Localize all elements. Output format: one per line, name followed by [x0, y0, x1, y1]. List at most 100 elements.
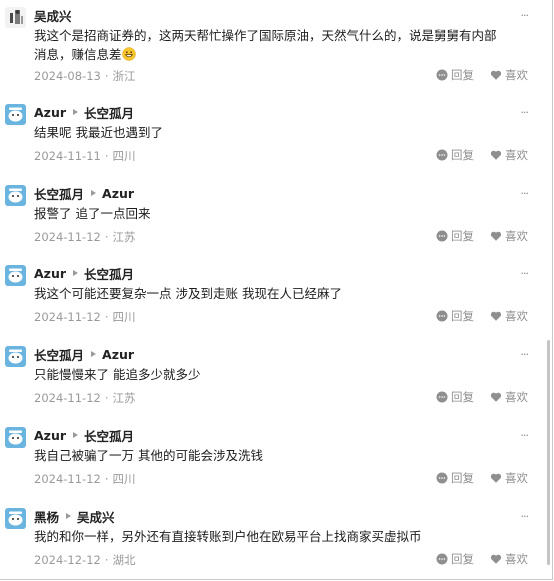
comment-date: 2024-11-12: [34, 391, 101, 405]
reply-button[interactable]: 回复: [436, 470, 474, 486]
comment-item: Azur 长空孤月 ··· 结果呢 我最近也遇到了 2024-11-11 · 四川 回…: [0, 104, 545, 170]
like-button[interactable]: 喜欢: [490, 308, 528, 324]
reply-button[interactable]: 回复: [436, 228, 474, 244]
comment-location: 湖北: [112, 553, 136, 567]
comment-meta: 2024-11-12 · 江苏: [34, 230, 136, 244]
comment-meta: 2024-11-12 · 四川: [34, 472, 136, 486]
author-name[interactable]: Azur: [34, 428, 66, 443]
comment-thread: 吴成兴 ··· 我这个是招商证券的，这两天帮忙操作了国际原油，天然气什么的，说是…: [0, 0, 553, 580]
heart-icon: [490, 70, 502, 80]
comment-date: 2024-11-12: [34, 230, 101, 244]
caret-right-icon: [91, 190, 97, 196]
comment-location: 浙江: [112, 69, 136, 83]
heart-icon: [490, 311, 502, 321]
comment-text: 我的和你一样，另外还有直接转账到户他在欧易平台上找商家买虚拟币: [34, 529, 422, 544]
like-button[interactable]: 喜欢: [490, 389, 528, 405]
reply-target-name[interactable]: Azur: [102, 347, 134, 362]
comment-location: 四川: [112, 149, 136, 163]
avatar[interactable]: [5, 427, 26, 448]
avatar[interactable]: [5, 265, 26, 286]
heart-icon: [490, 150, 502, 160]
comment-date: 2024-11-12: [34, 472, 101, 486]
caret-right-icon: [73, 109, 79, 115]
comment-text: 结果呢 我最近也遇到了: [34, 125, 163, 140]
like-button[interactable]: 喜欢: [490, 67, 528, 83]
comment-location: 江苏: [112, 391, 136, 405]
comment-actions: 回复 喜欢: [436, 470, 528, 486]
comment-location: 江苏: [112, 230, 136, 244]
comment-meta: 2024-08-13 · 浙江: [34, 69, 136, 83]
comment-date: 2024-11-11: [34, 149, 101, 163]
reply-button[interactable]: 回复: [436, 67, 474, 83]
speech-bubble-icon: [436, 391, 448, 403]
heart-icon: [490, 392, 502, 402]
avatar[interactable]: [5, 508, 26, 529]
comment-text: 我这个可能还要复杂一点 涉及到走账 我现在人已经麻了: [34, 286, 342, 301]
reply-button[interactable]: 回复: [436, 551, 474, 567]
comment-text: 我自己被骗了一万 其他的可能会涉及洗钱: [34, 448, 263, 463]
author-name[interactable]: 黑杨: [34, 507, 59, 526]
reply-target-name[interactable]: 长空孤月: [84, 264, 134, 283]
more-horizontal-icon[interactable]: ···: [521, 9, 529, 22]
avatar[interactable]: [5, 346, 26, 367]
author-name[interactable]: 长空孤月: [34, 345, 84, 364]
speech-bubble-icon: [436, 553, 448, 565]
scrollbar[interactable]: [547, 340, 550, 565]
comment-text: 我这个是招商证券的，这两天帮忙操作了国际原油，天然气什么的，说是舅舅有内部消息，…: [34, 28, 497, 62]
reply-button[interactable]: 回复: [436, 308, 474, 324]
more-horizontal-icon[interactable]: ···: [521, 267, 529, 280]
like-button[interactable]: 喜欢: [490, 228, 528, 244]
more-horizontal-icon[interactable]: ···: [521, 510, 529, 523]
caret-right-icon: [66, 513, 72, 519]
comment-actions: 回复 喜欢: [436, 67, 528, 83]
avatar[interactable]: [5, 7, 26, 28]
caret-right-icon: [73, 432, 79, 438]
caret-right-icon: [91, 351, 97, 357]
avatar[interactable]: [5, 185, 26, 206]
comment-date: 2024-12-12: [34, 553, 101, 567]
reply-target-name[interactable]: 长空孤月: [84, 426, 134, 445]
comment-actions: 回复 喜欢: [436, 308, 528, 324]
comment-actions: 回复 喜欢: [436, 551, 528, 567]
heart-icon: [490, 473, 502, 483]
author-name[interactable]: 长空孤月: [34, 184, 84, 203]
speech-bubble-icon: [436, 310, 448, 322]
like-button[interactable]: 喜欢: [490, 470, 528, 486]
comment-meta: 2024-11-11 · 四川: [34, 149, 136, 163]
comment-actions: 回复 喜欢: [436, 228, 528, 244]
speech-bubble-icon: [436, 230, 448, 242]
comment-text: 只能慢慢来了 能追多少就多少: [34, 367, 201, 382]
comment-meta: 2024-11-12 · 四川: [34, 310, 136, 324]
speech-bubble-icon: [436, 472, 448, 484]
comment-location: 四川: [112, 472, 136, 486]
more-horizontal-icon[interactable]: ···: [521, 106, 529, 119]
heart-icon: [490, 554, 502, 564]
speech-bubble-icon: [436, 69, 448, 81]
grinning-face-emoji-icon: [121, 47, 136, 61]
more-horizontal-icon[interactable]: ···: [521, 348, 529, 361]
author-name[interactable]: Azur: [34, 266, 66, 281]
comment-date: 2024-11-12: [34, 310, 101, 324]
comment-text: 报警了 追了一点回来: [34, 206, 151, 221]
caret-right-icon: [73, 270, 79, 276]
comment-item: 黑杨 吴成兴 ··· 我的和你一样，另外还有直接转账到户他在欧易平台上找商家买虚拟…: [0, 508, 545, 574]
comment-actions: 回复 喜欢: [436, 147, 528, 163]
comment-meta: 2024-11-12 · 江苏: [34, 391, 136, 405]
speech-bubble-icon: [436, 149, 448, 161]
like-button[interactable]: 喜欢: [490, 551, 528, 567]
comment-actions: 回复 喜欢: [436, 389, 528, 405]
comment-item: 长空孤月 Azur ··· 只能慢慢来了 能追多少就多少 2024-11-12 · 江…: [0, 346, 545, 412]
avatar[interactable]: [5, 104, 26, 125]
like-button[interactable]: 喜欢: [490, 147, 528, 163]
reply-target-name[interactable]: 长空孤月: [84, 103, 134, 122]
author-name[interactable]: 吴成兴: [34, 6, 72, 25]
more-horizontal-icon[interactable]: ···: [521, 429, 529, 442]
more-horizontal-icon[interactable]: ···: [521, 187, 529, 200]
reply-button[interactable]: 回复: [436, 147, 474, 163]
reply-target-name[interactable]: 吴成兴: [77, 507, 115, 526]
author-name[interactable]: Azur: [34, 105, 66, 120]
reply-target-name[interactable]: Azur: [102, 186, 134, 201]
comment-item: 吴成兴 ··· 我这个是招商证券的，这两天帮忙操作了国际原油，天然气什么的，说是…: [0, 7, 545, 87]
reply-button[interactable]: 回复: [436, 389, 474, 405]
comment-location: 四川: [112, 310, 136, 324]
